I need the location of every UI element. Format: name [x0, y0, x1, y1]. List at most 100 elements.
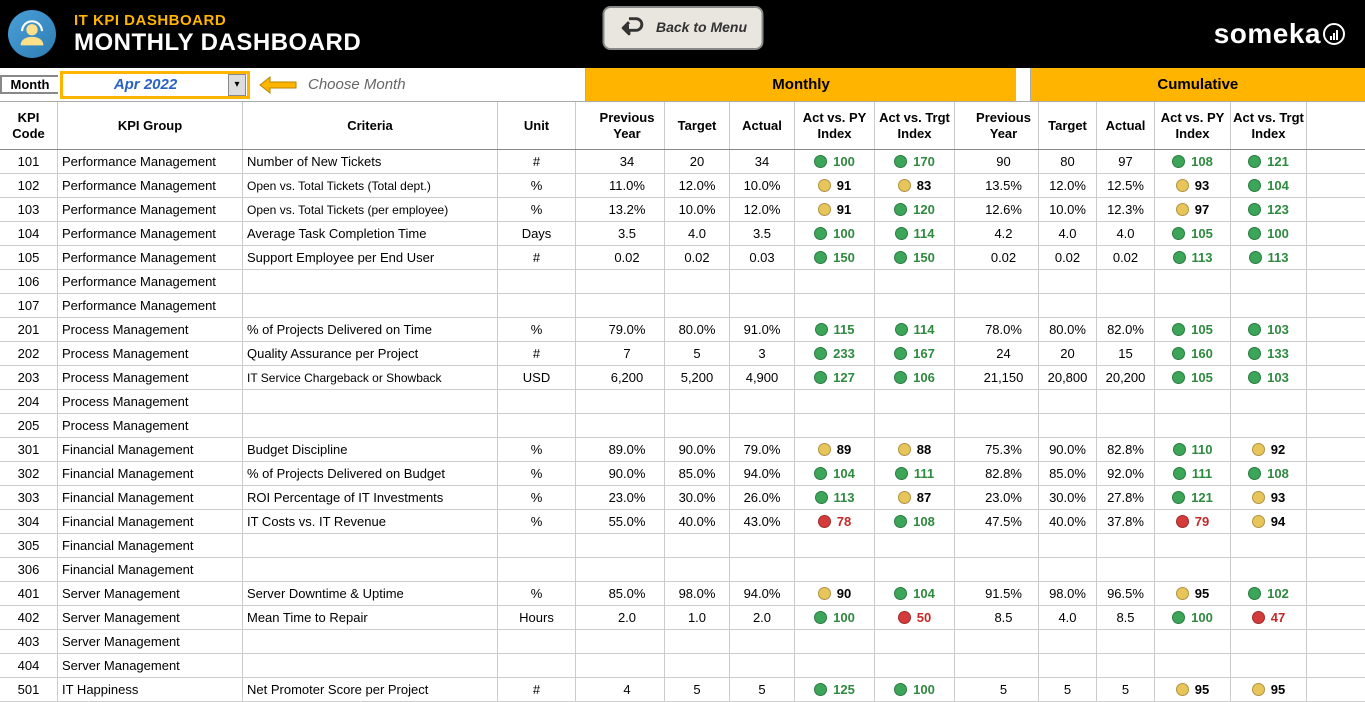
kpi-unit: Days [498, 222, 576, 245]
month-selector[interactable]: Apr 2022 ▾ [60, 71, 250, 99]
kpi-group: IT Happiness [58, 678, 243, 701]
data-cell: 26.0% [730, 486, 795, 509]
data-cell [1097, 390, 1155, 413]
data-cell: 4.0 [1039, 222, 1097, 245]
kpi-code: 305 [0, 534, 58, 557]
monthly-section-header: Monthly [585, 68, 1016, 101]
index-cell: 167 [875, 342, 955, 365]
data-cell: 12.5% [1097, 174, 1155, 197]
index-cell: 106 [875, 366, 955, 389]
status-dot-icon [1248, 587, 1261, 600]
index-value: 133 [1267, 346, 1289, 361]
data-cell: 75.3% [969, 438, 1039, 461]
kpi-criteria [243, 654, 498, 677]
data-cell [665, 630, 730, 653]
dropdown-arrow-icon[interactable]: ▾ [228, 74, 246, 96]
data-cell: 0.02 [1039, 246, 1097, 269]
index-value: 104 [913, 586, 935, 601]
page-title: MONTHLY DASHBOARD [74, 29, 361, 57]
data-cell: 96.5% [1097, 582, 1155, 605]
data-cell: 13.2% [590, 198, 665, 221]
data-cell [730, 534, 795, 557]
index-cell: 87 [875, 486, 955, 509]
cumulative-section-header: Cumulative [1030, 68, 1365, 101]
status-dot-icon [894, 203, 907, 216]
data-cell [730, 390, 795, 413]
status-dot-icon [818, 203, 831, 216]
data-cell [730, 414, 795, 437]
kpi-group: Performance Management [58, 294, 243, 317]
kpi-code: 102 [0, 174, 58, 197]
kpi-criteria: Open vs. Total Tickets (per employee) [243, 198, 498, 221]
data-cell: 5 [665, 342, 730, 365]
data-cell: 43.0% [730, 510, 795, 533]
back-to-menu-button[interactable]: Back to Menu [602, 6, 763, 50]
kpi-code: 202 [0, 342, 58, 365]
status-dot-icon [1172, 611, 1185, 624]
kpi-group: Performance Management [58, 198, 243, 221]
index-cell: 95 [1155, 582, 1231, 605]
kpi-criteria: Support Employee per End User [243, 246, 498, 269]
index-value: 91 [837, 202, 851, 217]
status-dot-icon [898, 443, 911, 456]
kpi-criteria: Mean Time to Repair [243, 606, 498, 629]
col-c-idx-py: Act vs. PY Index [1155, 102, 1231, 149]
data-cell: 80.0% [665, 318, 730, 341]
data-cell: 40.0% [1039, 510, 1097, 533]
data-cell: 5,200 [665, 366, 730, 389]
col-m-py: Previous Year [590, 102, 665, 149]
index-value: 233 [833, 346, 855, 361]
data-cell: 1.0 [665, 606, 730, 629]
index-cell: 103 [1231, 366, 1307, 389]
status-dot-icon [814, 347, 827, 360]
kpi-group: Server Management [58, 606, 243, 629]
data-cell: 34 [730, 150, 795, 173]
status-dot-icon [814, 467, 827, 480]
index-cell: 104 [795, 462, 875, 485]
status-dot-icon [898, 611, 911, 624]
index-value: 87 [917, 490, 931, 505]
status-dot-icon [1249, 251, 1262, 264]
kpi-code: 401 [0, 582, 58, 605]
kpi-criteria: % of Projects Delivered on Budget [243, 462, 498, 485]
kpi-code: 304 [0, 510, 58, 533]
index-cell: 100 [795, 150, 875, 173]
index-value: 123 [1267, 202, 1289, 217]
kpi-unit [498, 414, 576, 437]
data-cell: 0.02 [665, 246, 730, 269]
status-dot-icon [814, 683, 827, 696]
brand-chart-icon [1323, 23, 1345, 45]
status-dot-icon [1252, 443, 1265, 456]
index-value: 150 [913, 250, 935, 265]
index-cell: 113 [795, 486, 875, 509]
index-value: 114 [914, 226, 935, 241]
index-value: 104 [1267, 178, 1289, 193]
kpi-unit: # [498, 246, 576, 269]
status-dot-icon [895, 227, 908, 240]
status-dot-icon [1248, 323, 1261, 336]
data-cell [730, 654, 795, 677]
index-value: 79 [1195, 514, 1209, 529]
index-value: 100 [913, 682, 935, 697]
data-cell [590, 654, 665, 677]
data-cell: 12.0% [730, 198, 795, 221]
index-cell: 123 [1231, 198, 1307, 221]
month-hint: Choose Month [308, 76, 406, 93]
kpi-code: 301 [0, 438, 58, 461]
kpi-unit: % [498, 510, 576, 533]
index-value: 105 [1191, 226, 1213, 241]
data-cell [665, 534, 730, 557]
data-cell: 13.5% [969, 174, 1039, 197]
index-value: 150 [833, 250, 855, 265]
col-unit: Unit [498, 102, 576, 149]
kpi-group: Process Management [58, 342, 243, 365]
data-cell [665, 270, 730, 293]
data-cell: 91.0% [730, 318, 795, 341]
kpi-criteria [243, 414, 498, 437]
data-cell [969, 558, 1039, 581]
kpi-unit: # [498, 342, 576, 365]
data-cell: 10.0% [1039, 198, 1097, 221]
data-cell: 20,800 [1039, 366, 1097, 389]
data-cell: 40.0% [665, 510, 730, 533]
data-cell [1039, 558, 1097, 581]
